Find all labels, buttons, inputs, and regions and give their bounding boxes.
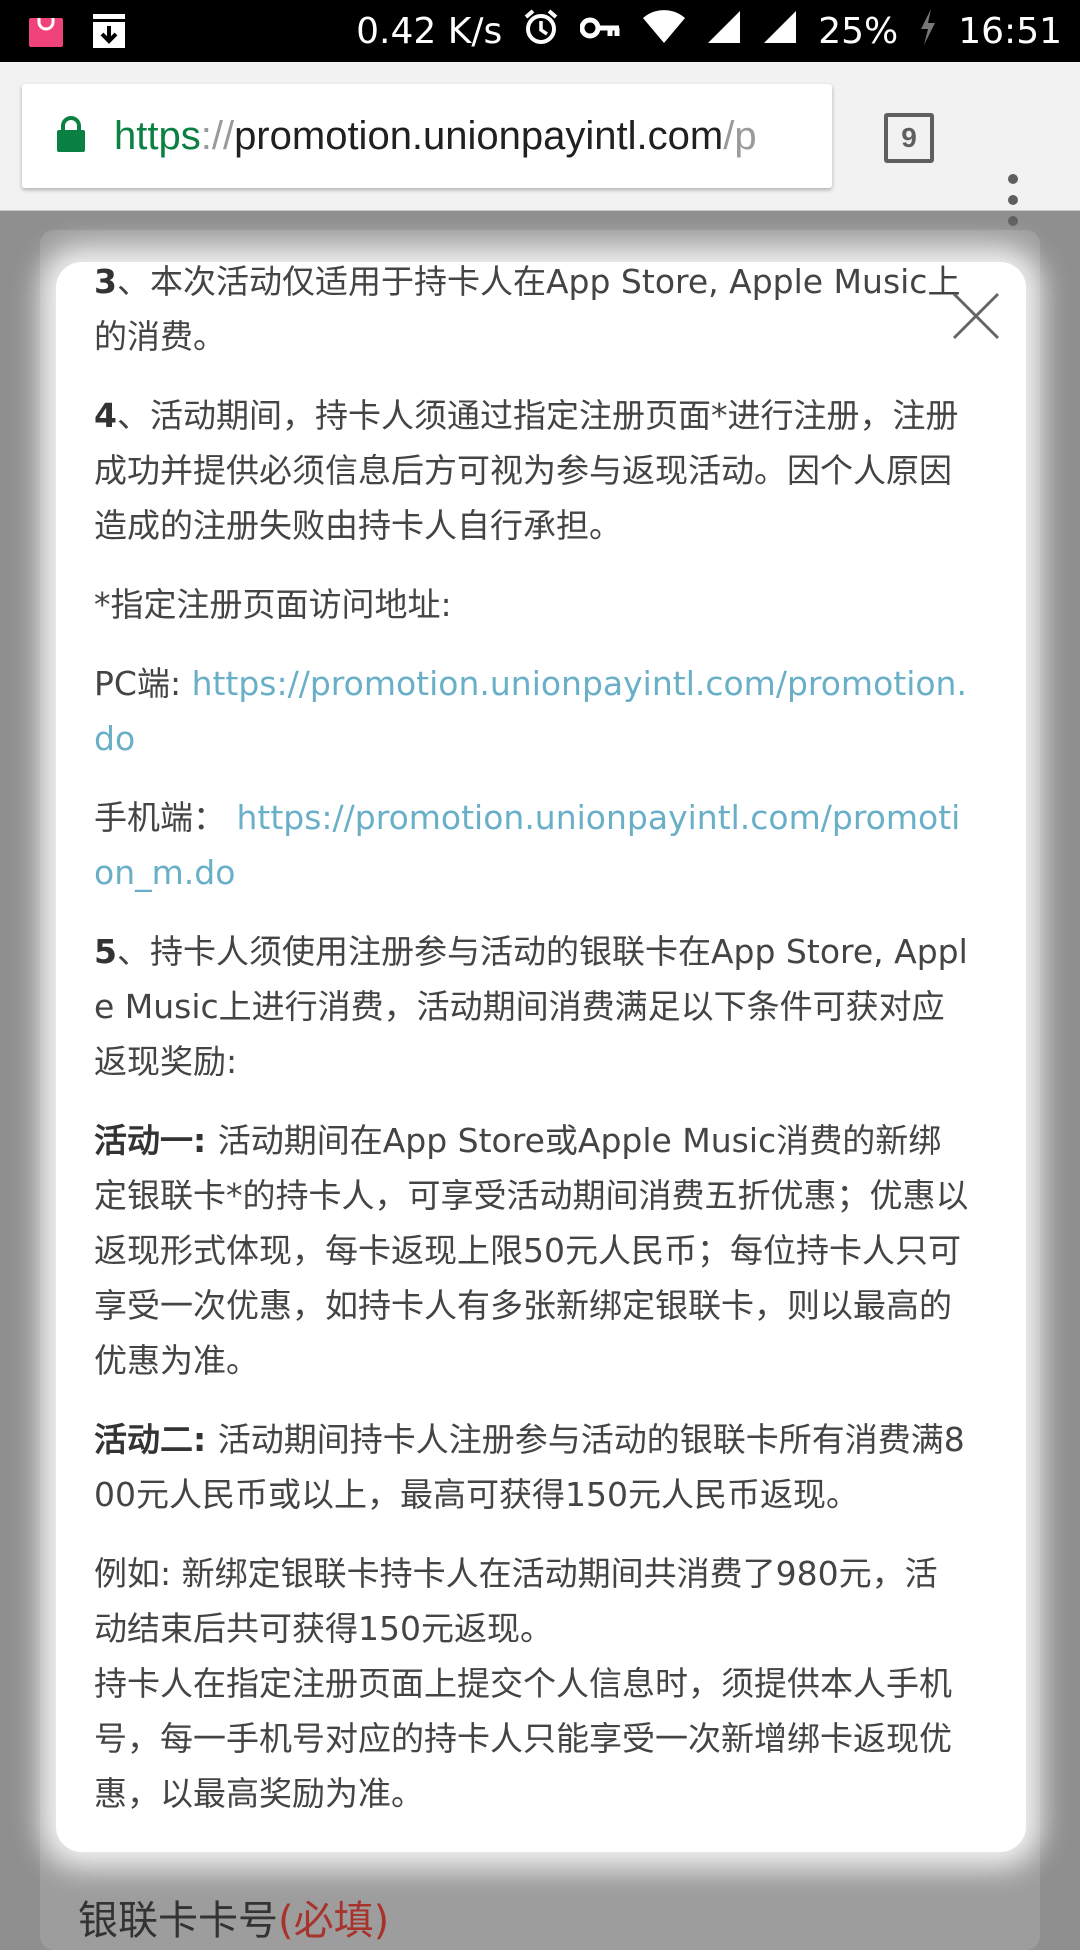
terms-modal: 3、本次活动仅适用于持卡人在App Store, Apple Music上的消费…	[56, 262, 1026, 1852]
battery-percent: 25%	[818, 10, 899, 52]
url-bar[interactable]: https://promotion.unionpayintl.com/p	[22, 84, 832, 188]
close-icon[interactable]	[948, 288, 1004, 348]
signal-icon	[706, 9, 742, 54]
pc-link[interactable]: https://promotion.unionpayintl.com/promo…	[94, 664, 967, 758]
browser-toolbar: https://promotion.unionpayintl.com/p 9	[0, 62, 1080, 226]
term-item-4: 4、活动期间，持卡人须通过指定注册页面*进行注册，注册成功并提供必须信息后方可视…	[94, 396, 959, 545]
field-label: 银联卡卡号	[78, 1898, 278, 1944]
example-text: 例如: 新绑定银联卡持卡人在活动期间共消费了980元，活动结束后共可获得150元…	[94, 1554, 938, 1648]
url-separator: ://	[200, 113, 235, 158]
activity-one-title: 活动一:	[94, 1121, 218, 1160]
vpn-key-icon	[579, 11, 622, 52]
terms-content[interactable]: 3、本次活动仅适用于持卡人在App Store, Apple Music上的消费…	[94, 262, 970, 1845]
clock: 16:51	[958, 10, 1062, 52]
alarm-icon	[522, 8, 560, 55]
lock-icon	[56, 115, 86, 157]
wifi-icon	[642, 9, 686, 54]
mobile-address: 手机端： https://promotion.unionpayintl.com/…	[94, 790, 970, 900]
activity-two-title: 活动二:	[94, 1420, 218, 1459]
tab-switcher-button[interactable]: 9	[884, 113, 934, 163]
register-page-note: *指定注册页面访问地址:	[94, 585, 452, 624]
url-host: promotion.unionpayintl.com	[234, 113, 724, 158]
url-path: /p	[723, 113, 757, 158]
card-number-field-label: 银联卡卡号(必填)	[78, 1888, 389, 1946]
shopping-bag-icon	[28, 12, 64, 54]
url-scheme: https	[114, 113, 201, 158]
signal-icon	[762, 9, 798, 54]
pc-label: PC端:	[94, 664, 192, 703]
overflow-menu-icon[interactable]	[1008, 174, 1018, 237]
activity-one: 活动一: 活动期间在App Store或Apple Music消费的新绑定银联卡…	[94, 1121, 969, 1380]
term-item-5: 5、持卡人须使用注册参与活动的银联卡在App Store, Apple Musi…	[94, 932, 968, 1081]
activity-two: 活动二: 活动期间持卡人注册参与活动的银联卡所有消费满800元人民币或以上，最高…	[94, 1420, 965, 1514]
required-marker: (必填)	[278, 1898, 390, 1944]
status-bar: 0.42 K/s 25% 16:51	[0, 0, 1080, 62]
network-speed: 0.42 K/s	[356, 10, 503, 52]
mobile-label: 手机端：	[94, 798, 237, 837]
download-icon	[90, 12, 128, 54]
term-item-3: 3、本次活动仅适用于持卡人在App Store, Apple Music上的消费…	[94, 262, 961, 356]
pc-address: PC端: https://promotion.unionpayintl.com/…	[94, 656, 970, 766]
url-text[interactable]: https://promotion.unionpayintl.com/p	[114, 114, 757, 159]
phone-note: 持卡人在指定注册页面上提交个人信息时，须提供本人手机号，每一手机号对应的持卡人只…	[94, 1664, 952, 1813]
charging-icon	[918, 8, 938, 55]
